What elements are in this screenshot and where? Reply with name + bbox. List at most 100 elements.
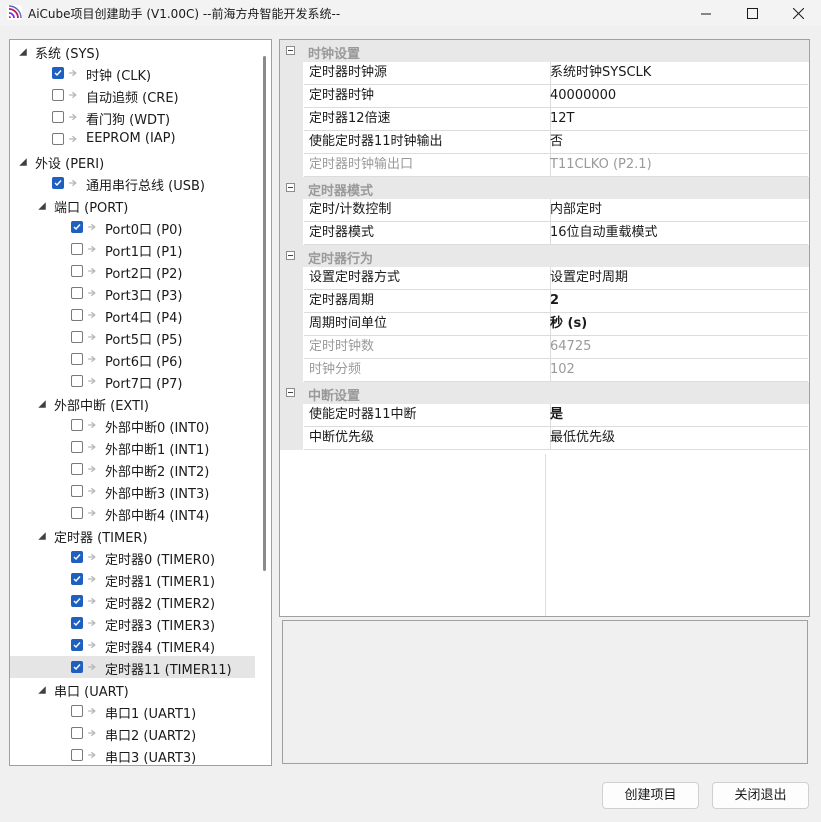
- tree-node-wdt[interactable]: 看门狗 (WDT): [10, 106, 255, 128]
- property-row[interactable]: 周期时间单位秒 (s): [280, 313, 809, 336]
- peripheral-tree[interactable]: 系统 (SYS) 时钟 (CLK) 自动追频 (CRE) 看门狗 (WDT) EEPRO…: [9, 39, 272, 766]
- checkbox-checked[interactable]: [71, 639, 83, 651]
- property-row[interactable]: 使能定时器11中断是: [280, 404, 809, 427]
- tree-node-timer4[interactable]: 定时器4 (TIMER4): [10, 634, 255, 656]
- collapse-toggle-icon[interactable]: [286, 388, 295, 397]
- tree-node-timer2[interactable]: 定时器2 (TIMER2): [10, 590, 255, 612]
- checkbox-unchecked[interactable]: [52, 111, 64, 123]
- tree-node-int3[interactable]: 外部中断3 (INT3): [10, 480, 255, 502]
- tree-node-p0[interactable]: Port0口 (P0): [10, 216, 255, 238]
- property-value[interactable]: 2: [546, 290, 808, 313]
- checkbox-unchecked[interactable]: [71, 705, 83, 717]
- property-value[interactable]: 12T: [546, 108, 808, 131]
- expand-triangle-icon[interactable]: [18, 157, 28, 167]
- tree-node-timer11[interactable]: 定时器11 (TIMER11): [10, 656, 255, 678]
- tree-node-port[interactable]: 端口 (PORT): [10, 194, 255, 216]
- tree-node-uart1[interactable]: 串口1 (UART1): [10, 700, 255, 722]
- property-row[interactable]: 定时器时钟 40000000: [280, 85, 809, 108]
- checkbox-checked[interactable]: [71, 617, 83, 629]
- tree-node-p6[interactable]: Port6口 (P6): [10, 348, 255, 370]
- tree-node-peri[interactable]: 外设 (PERI): [10, 150, 255, 172]
- tree-node-p7[interactable]: Port7口 (P7): [10, 370, 255, 392]
- property-value[interactable]: 否: [546, 131, 808, 154]
- property-value[interactable]: 秒 (s): [546, 313, 808, 336]
- tree-node-int2[interactable]: 外部中断2 (INT2): [10, 458, 255, 480]
- expand-triangle-icon[interactable]: [37, 531, 47, 541]
- property-category[interactable]: 中断设置: [280, 382, 809, 404]
- property-row[interactable]: 中断优先级 最低优先级: [280, 427, 809, 450]
- checkbox-checked[interactable]: [71, 661, 83, 673]
- minimize-button[interactable]: [683, 0, 729, 26]
- tree-node-sys[interactable]: 系统 (SYS): [10, 40, 255, 62]
- property-category[interactable]: 定时器行为: [280, 245, 809, 267]
- property-value[interactable]: 是: [546, 404, 808, 427]
- property-row[interactable]: 定时器12倍速 12T: [280, 108, 809, 131]
- checkbox-unchecked[interactable]: [71, 309, 83, 321]
- checkbox-checked[interactable]: [71, 573, 83, 585]
- property-grid[interactable]: 时钟设置 定时器时钟源 系统时钟SYSCLK 定时器时钟 40000000 定时器12倍速…: [279, 39, 810, 617]
- expand-triangle-icon[interactable]: [18, 47, 28, 57]
- checkbox-unchecked[interactable]: [71, 727, 83, 739]
- tree-node-clk[interactable]: 时钟 (CLK): [10, 62, 255, 84]
- checkbox-unchecked[interactable]: [71, 507, 83, 519]
- tree-node-int4[interactable]: 外部中断4 (INT4): [10, 502, 255, 524]
- close-exit-button[interactable]: 关闭退出: [712, 782, 809, 809]
- checkbox-checked[interactable]: [52, 177, 64, 189]
- tree-node-p2[interactable]: Port2口 (P2): [10, 260, 255, 282]
- tree-node-uart[interactable]: 串口 (UART): [10, 678, 255, 700]
- tree-node-uart3[interactable]: 串口3 (UART3): [10, 744, 255, 765]
- checkbox-unchecked[interactable]: [71, 749, 83, 761]
- checkbox-unchecked[interactable]: [71, 485, 83, 497]
- checkbox-unchecked[interactable]: [71, 353, 83, 365]
- expand-triangle-icon[interactable]: [37, 201, 47, 211]
- property-row[interactable]: 时钟分频 102: [280, 359, 809, 382]
- tree-node-cre[interactable]: 自动追频 (CRE): [10, 84, 255, 106]
- checkbox-unchecked[interactable]: [71, 331, 83, 343]
- collapse-toggle-icon[interactable]: [286, 251, 295, 260]
- checkbox-unchecked[interactable]: [71, 375, 83, 387]
- property-value[interactable]: 16位自动重载模式: [546, 222, 808, 245]
- checkbox-checked[interactable]: [71, 551, 83, 563]
- checkbox-unchecked[interactable]: [52, 89, 64, 101]
- maximize-button[interactable]: [729, 0, 775, 26]
- tree-node-timer1[interactable]: 定时器1 (TIMER1): [10, 568, 255, 590]
- checkbox-unchecked[interactable]: [52, 133, 64, 145]
- tree-scrollbar-thumb[interactable]: [263, 56, 266, 571]
- collapse-toggle-icon[interactable]: [286, 183, 295, 192]
- property-value[interactable]: 最低优先级: [546, 427, 808, 450]
- property-value[interactable]: 设置定时周期: [546, 267, 808, 290]
- checkbox-unchecked[interactable]: [71, 243, 83, 255]
- checkbox-unchecked[interactable]: [71, 287, 83, 299]
- tree-node-p5[interactable]: Port5口 (P5): [10, 326, 255, 348]
- property-row[interactable]: 定时器时钟源 系统时钟SYSCLK: [280, 62, 809, 85]
- checkbox-checked[interactable]: [71, 595, 83, 607]
- checkbox-checked[interactable]: [52, 67, 64, 79]
- checkbox-unchecked[interactable]: [71, 265, 83, 277]
- tree-node-timer3[interactable]: 定时器3 (TIMER3): [10, 612, 255, 634]
- property-row[interactable]: 定时时钟数 64725: [280, 336, 809, 359]
- property-value[interactable]: 40000000: [546, 85, 808, 108]
- checkbox-checked[interactable]: [71, 221, 83, 233]
- property-row[interactable]: 定时器周期 2: [280, 290, 809, 313]
- tree-node-timer0[interactable]: 定时器0 (TIMER0): [10, 546, 255, 568]
- tree-node-p4[interactable]: Port4口 (P4): [10, 304, 255, 326]
- tree-node-p3[interactable]: Port3口 (P3): [10, 282, 255, 304]
- collapse-toggle-icon[interactable]: [286, 46, 295, 55]
- property-value[interactable]: 内部定时: [546, 199, 808, 222]
- checkbox-unchecked[interactable]: [71, 463, 83, 475]
- tree-node-timer[interactable]: 定时器 (TIMER): [10, 524, 255, 546]
- close-window-button[interactable]: [775, 0, 821, 26]
- checkbox-unchecked[interactable]: [71, 419, 83, 431]
- property-category[interactable]: 定时器模式: [280, 177, 809, 199]
- tree-node-int0[interactable]: 外部中断0 (INT0): [10, 414, 255, 436]
- create-project-button[interactable]: 创建项目: [602, 782, 699, 809]
- property-row[interactable]: 设置定时器方式 设置定时周期: [280, 267, 809, 290]
- property-row[interactable]: 使能定时器11时钟输出否: [280, 131, 809, 154]
- tree-node-int1[interactable]: 外部中断1 (INT1): [10, 436, 255, 458]
- property-row[interactable]: 定时/计数控制 内部定时: [280, 199, 809, 222]
- tree-node-iap[interactable]: EEPROM (IAP): [10, 128, 255, 150]
- tree-node-usb[interactable]: 通用串行总线 (USB): [10, 172, 255, 194]
- tree-node-uart2[interactable]: 串口2 (UART2): [10, 722, 255, 744]
- tree-node-p1[interactable]: Port1口 (P1): [10, 238, 255, 260]
- expand-triangle-icon[interactable]: [37, 399, 47, 409]
